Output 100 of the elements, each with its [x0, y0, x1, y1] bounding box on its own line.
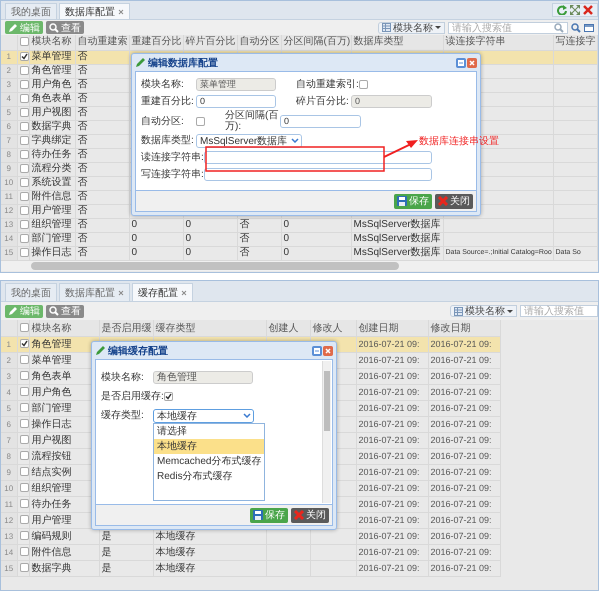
column-header[interactable]: 数据库类型 — [351, 35, 443, 50]
field-label: 读连接字符串: — [141, 152, 204, 163]
checkbox[interactable] — [358, 80, 368, 89]
checkbox[interactable] — [20, 403, 28, 412]
filter-dropdown[interactable]: 模块名称 — [378, 22, 445, 34]
close-button[interactable] — [467, 58, 477, 68]
column-header[interactable]: 自动分区 — [237, 35, 281, 50]
checkbox[interactable] — [20, 323, 28, 332]
checkbox[interactable] — [20, 52, 28, 61]
close-button[interactable]: 关闭 — [291, 508, 329, 522]
search-icon — [49, 306, 59, 316]
table-row[interactable]: 13 组织管理 否 0 0 否 0 MsSqlServer数据库 — [1, 218, 597, 232]
close-icon[interactable] — [583, 5, 593, 15]
row-number: 13 — [1, 528, 17, 544]
tab[interactable]: 数据库配置 — [59, 283, 130, 301]
column-header[interactable]: 读连接字符串 — [443, 35, 553, 50]
column-header[interactable]: 修改人 — [310, 320, 356, 336]
text-field[interactable]: 0 — [280, 114, 361, 128]
view-button[interactable]: 查看 — [46, 304, 84, 318]
refresh-icon[interactable] — [557, 5, 567, 15]
close-icon[interactable] — [181, 290, 187, 296]
minimize-button[interactable] — [456, 58, 466, 68]
table-cell: 2016-07-21 09: — [356, 512, 428, 528]
column-header[interactable]: 创建日期 — [356, 320, 428, 336]
checkbox[interactable] — [20, 150, 28, 159]
arrow — [384, 140, 418, 158]
checkbox[interactable] — [20, 547, 28, 556]
close-button[interactable] — [323, 346, 333, 356]
text-field[interactable] — [204, 168, 432, 181]
checkbox[interactable] — [20, 355, 28, 364]
checkbox[interactable] — [20, 192, 28, 201]
checkbox[interactable] — [20, 220, 28, 229]
checkbox[interactable] — [20, 483, 28, 492]
close-icon[interactable] — [118, 290, 124, 296]
close-icon[interactable] — [118, 8, 124, 14]
checkbox[interactable] — [20, 435, 28, 444]
tab[interactable]: 我的桌面 — [5, 3, 57, 19]
column-header[interactable]: 自动重建索 — [75, 35, 129, 50]
text-field[interactable] — [204, 151, 432, 164]
checkbox[interactable] — [20, 419, 28, 428]
column-header[interactable]: 模块名称 — [29, 320, 99, 336]
dropdown-option[interactable]: 请选择 — [154, 424, 264, 438]
close-button[interactable]: 关闭 — [435, 194, 473, 208]
tab[interactable]: 数据库配置 — [59, 3, 130, 19]
checkbox[interactable] — [20, 136, 28, 145]
checkbox[interactable] — [20, 122, 28, 131]
table-row[interactable]: 15 数据字典 是 本地缓存 2016-07-21 09: 2016-07-21 09: — [1, 560, 500, 576]
tab[interactable]: 我的桌面 — [5, 283, 57, 301]
checkbox[interactable] — [20, 371, 28, 380]
checkbox[interactable] — [20, 178, 28, 187]
text-field[interactable]: 0 — [196, 95, 276, 108]
checkbox[interactable] — [20, 248, 28, 257]
column-header[interactable]: 碎片百分比 — [183, 35, 237, 50]
checkbox[interactable] — [20, 66, 28, 75]
column-header[interactable]: 修改日期 — [428, 320, 500, 336]
table-row[interactable]: 14 部门管理 否 0 0 否 0 MsSqlServer数据库 — [1, 232, 597, 246]
table-cell: 2016-07-21 09: — [428, 528, 500, 544]
tab[interactable]: 缓存配置 — [132, 283, 193, 301]
checkbox[interactable] — [20, 515, 28, 524]
checkbox[interactable] — [20, 339, 28, 348]
column-header[interactable]: 重建百分比 — [129, 35, 183, 50]
expand-icon[interactable] — [570, 5, 580, 15]
checkbox[interactable] — [20, 234, 28, 243]
search-icon[interactable] — [571, 22, 581, 32]
caret-icon — [435, 26, 441, 29]
column-header[interactable]: 写连接字 — [553, 35, 597, 50]
table-cell: 2016-07-21 09: — [428, 448, 500, 464]
checkbox[interactable] — [20, 94, 28, 103]
column-header[interactable]: 创建人 — [266, 320, 310, 336]
window-icon[interactable] — [584, 22, 594, 32]
minimize-button[interactable] — [312, 346, 322, 356]
checkbox[interactable] — [20, 499, 28, 508]
column-header[interactable]: 模块名称 — [29, 35, 75, 50]
table-row[interactable]: 14 附件信息 是 本地缓存 2016-07-21 09: 2016-07-21 09: — [1, 544, 500, 560]
filter-dropdown[interactable]: 模块名称 — [450, 305, 517, 317]
table-cell: 2016-07-21 09: — [356, 560, 428, 576]
column-header[interactable]: 缓存类型 — [153, 320, 266, 336]
checkbox[interactable] — [20, 80, 28, 89]
checkbox[interactable] — [20, 451, 28, 460]
dropdown-option[interactable]: 本地缓存 — [154, 438, 264, 454]
dropdown[interactable]: MsSqlServer数据库 — [196, 134, 302, 148]
view-button[interactable]: 查看 — [46, 21, 84, 34]
checkbox[interactable] — [20, 563, 28, 572]
column-header[interactable]: 分区间隔(百万) — [281, 35, 351, 50]
dropdown[interactable]: 本地缓存 — [153, 408, 254, 422]
checkbox[interactable] — [196, 116, 205, 126]
scrollbar[interactable] — [1, 260, 598, 270]
checkbox[interactable] — [20, 387, 28, 396]
caret-icon — [507, 310, 513, 312]
column-header[interactable]: 是否启用缓 — [99, 320, 153, 336]
checkbox[interactable] — [20, 467, 28, 476]
checkbox[interactable] — [20, 37, 28, 46]
table-cell: 2016-07-21 09: — [428, 560, 500, 576]
checkbox[interactable] — [20, 531, 28, 540]
checkbox[interactable] — [20, 206, 28, 215]
checkbox[interactable] — [164, 392, 173, 401]
checkbox[interactable] — [20, 108, 28, 117]
dropdown-option[interactable]: Memcached分布式缓存 — [154, 454, 264, 468]
checkbox[interactable] — [20, 164, 28, 173]
scrollbar[interactable] — [322, 361, 331, 503]
